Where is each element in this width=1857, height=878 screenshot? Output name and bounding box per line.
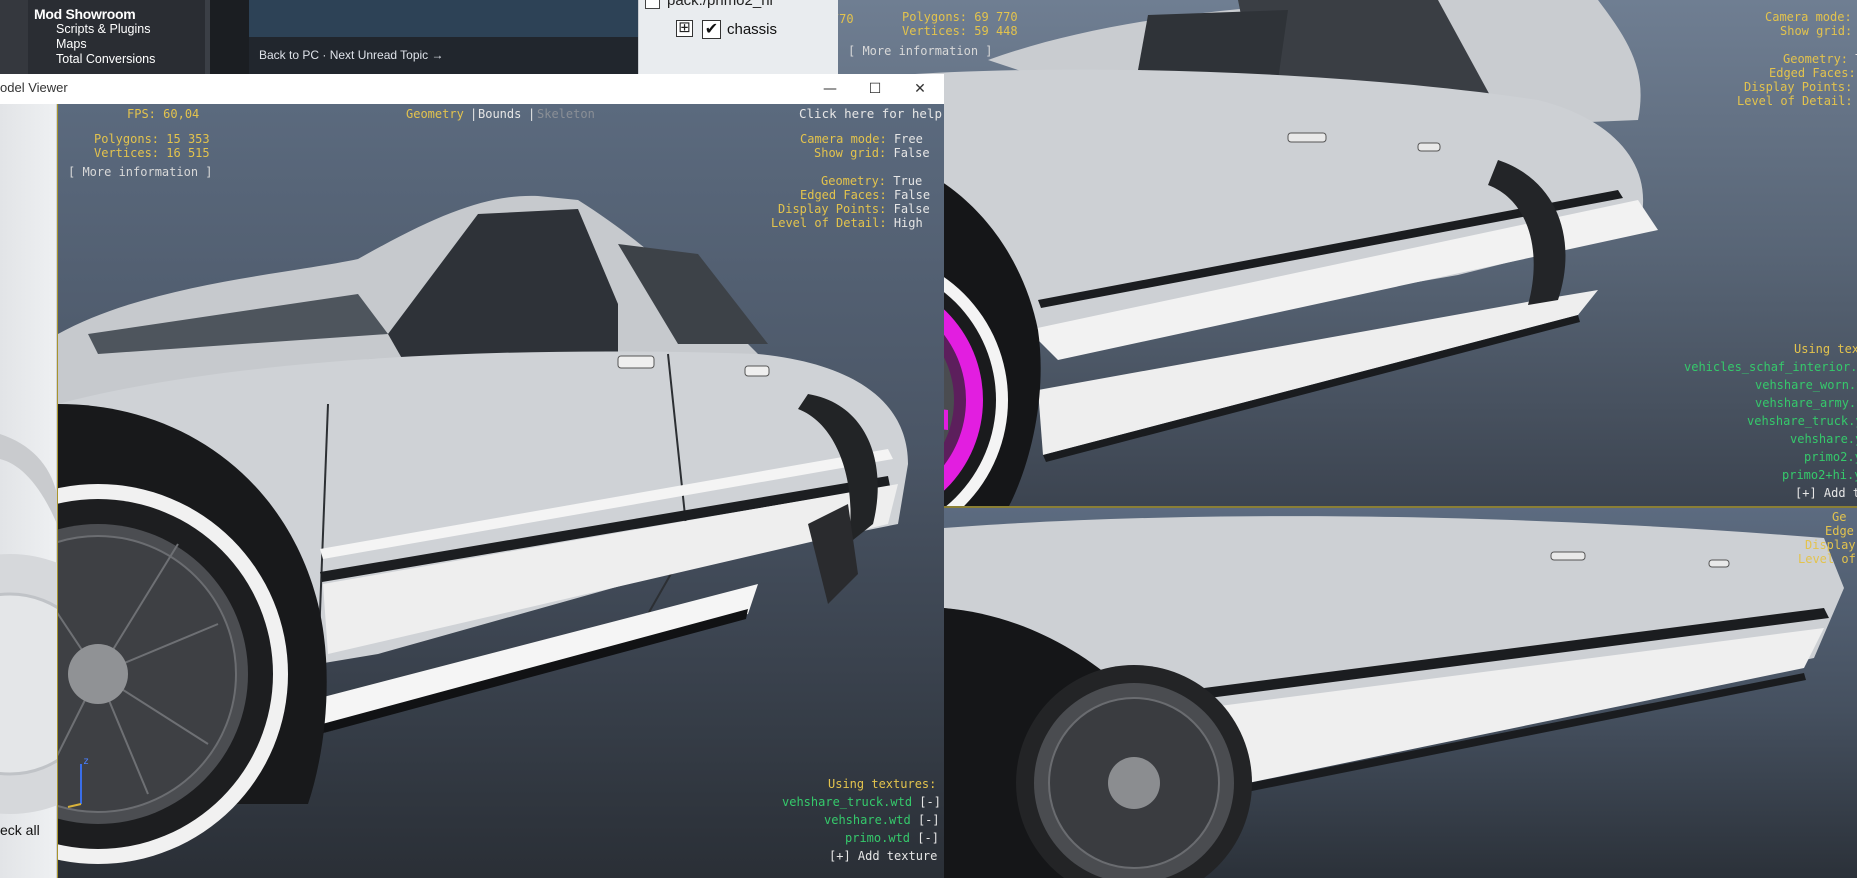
minimize-button[interactable]: —: [807, 74, 853, 104]
forum-topic-links: Back to PC · Next Unread Topic →: [249, 37, 638, 74]
using-textures-heading: Using textures:: [828, 777, 937, 791]
level-of-detail-toggle[interactable]: Level of Detail: High: [771, 216, 923, 230]
texture-name[interactable]: primo.wtd: [845, 831, 910, 845]
tab-skeleton[interactable]: Skeleton: [537, 107, 595, 121]
window-title: odel Viewer: [0, 80, 68, 95]
right-texture-item[interactable]: vehshare_truck.y: [1747, 414, 1857, 428]
right-camera-mode: Camera mode: F: [1765, 10, 1852, 24]
add-texture-button[interactable]: [+] Add texture: [829, 849, 937, 863]
right-lower-geometry: Ge: [1832, 510, 1847, 524]
tree-checkbox-top[interactable]: [645, 0, 660, 9]
right-add-texture-button[interactable]: [+] Add t: [1795, 486, 1857, 500]
check-all-button[interactable]: eck all: [0, 822, 40, 838]
more-information-link[interactable]: [ More information ]: [68, 165, 213, 179]
right-lower-display: Display: [1805, 538, 1856, 552]
right-vertices: Vertices: 59 448: [902, 24, 1018, 38]
texture-name[interactable]: vehshare_truck.wtd: [782, 795, 912, 809]
forum-back-links[interactable]: Back to PC · Next Unread Topic →: [259, 48, 444, 62]
right-viewport-top[interactable]: Polygons: 69 770: [838, 0, 1857, 508]
right-texture-item[interactable]: vehshare.y: [1790, 432, 1857, 446]
tab-separator: |: [470, 107, 478, 121]
texture-row: primo.wtd [-]: [845, 831, 939, 845]
close-button[interactable]: ✕: [897, 74, 943, 104]
forum-banner: [249, 0, 638, 37]
tree-item-top[interactable]: pack:/primo2_hi: [667, 0, 773, 9]
tab-geometry[interactable]: Geometry: [406, 107, 464, 121]
right-show-grid: Show grid: F: [1780, 24, 1853, 38]
window-titlebar[interactable]: [0, 74, 944, 104]
tab-bounds[interactable]: Bounds: [478, 107, 521, 121]
help-link[interactable]: Click here for help: [799, 107, 942, 121]
remove-texture-button[interactable]: [-]: [918, 813, 940, 827]
fps-readout: FPS: 60,04: [127, 107, 200, 121]
checkbox-chassis[interactable]: ✔: [702, 20, 721, 39]
car-render-bottom: [944, 516, 1844, 878]
geometry-toggle[interactable]: Geometry: True: [821, 174, 922, 188]
show-grid-toggle[interactable]: Show grid: False: [814, 146, 930, 160]
texture-name[interactable]: vehshare.wtd: [824, 813, 911, 827]
display-points-toggle[interactable]: Display Points: False: [778, 202, 930, 216]
remove-texture-button[interactable]: [-]: [917, 831, 939, 845]
expand-icon[interactable]: ⊞: [676, 20, 693, 37]
right-lower-edged: Edge: [1825, 524, 1854, 538]
right-geometry: Geometry: T: [1783, 52, 1857, 66]
right-edged-faces: Edged Faces: F: [1769, 66, 1856, 80]
tab-separator: |: [528, 107, 536, 121]
right-texture-item[interactable]: vehicles_schaf_interior.y: [1684, 360, 1857, 374]
right-more-info-link[interactable]: [ More information ]: [848, 44, 993, 58]
right-stats: Polygons: 69 770: [838, 12, 854, 26]
right-viewport-bottom[interactable]: [944, 508, 1857, 878]
tree-item-chassis[interactable]: chassis: [727, 21, 777, 38]
forum-nav-item-scripts[interactable]: Scripts & Plugins: [34, 22, 155, 37]
car-render-top: [838, 0, 1658, 506]
right-texture-item[interactable]: vehshare_worn.y: [1755, 378, 1857, 392]
axis-z-label: z: [83, 756, 89, 767]
forum-nav-item-maps[interactable]: Maps: [34, 37, 155, 52]
maximize-button[interactable]: ☐: [852, 74, 898, 104]
sidebar-wheel-preview: [0, 434, 140, 814]
remove-texture-button[interactable]: [-]: [919, 795, 941, 809]
right-texture-item[interactable]: primo2+hi.y: [1782, 468, 1857, 482]
forum-nav: Mod Showroom Scripts & Plugins Maps Tota…: [34, 6, 155, 67]
right-texture-item[interactable]: primo2.y: [1804, 450, 1857, 464]
polygons-readout: Polygons: 15 353: [94, 132, 210, 146]
vertices-readout: Vertices: 16 515: [94, 146, 210, 160]
right-display-points: Display Points: F: [1744, 80, 1853, 94]
forum-nav-title[interactable]: Mod Showroom: [34, 6, 155, 22]
edged-faces-toggle[interactable]: Edged Faces: False: [800, 188, 930, 202]
viewer-sidebar: [0, 104, 140, 878]
texture-row: vehshare_truck.wtd [-]: [782, 795, 941, 809]
camera-mode-toggle[interactable]: Camera mode: Free: [800, 132, 923, 146]
right-texture-item[interactable]: vehshare_army.y: [1755, 396, 1857, 410]
right-using-textures: Using tex: [1794, 342, 1857, 356]
texture-row: vehshare.wtd [-]: [824, 813, 940, 827]
right-lod: Level of Detail: H: [1737, 94, 1853, 108]
right-polygons: Polygons: 69 770: [902, 10, 1018, 24]
right-lower-lod: Level of: [1798, 552, 1856, 566]
forum-nav-item-total-conversions[interactable]: Total Conversions: [34, 52, 155, 67]
